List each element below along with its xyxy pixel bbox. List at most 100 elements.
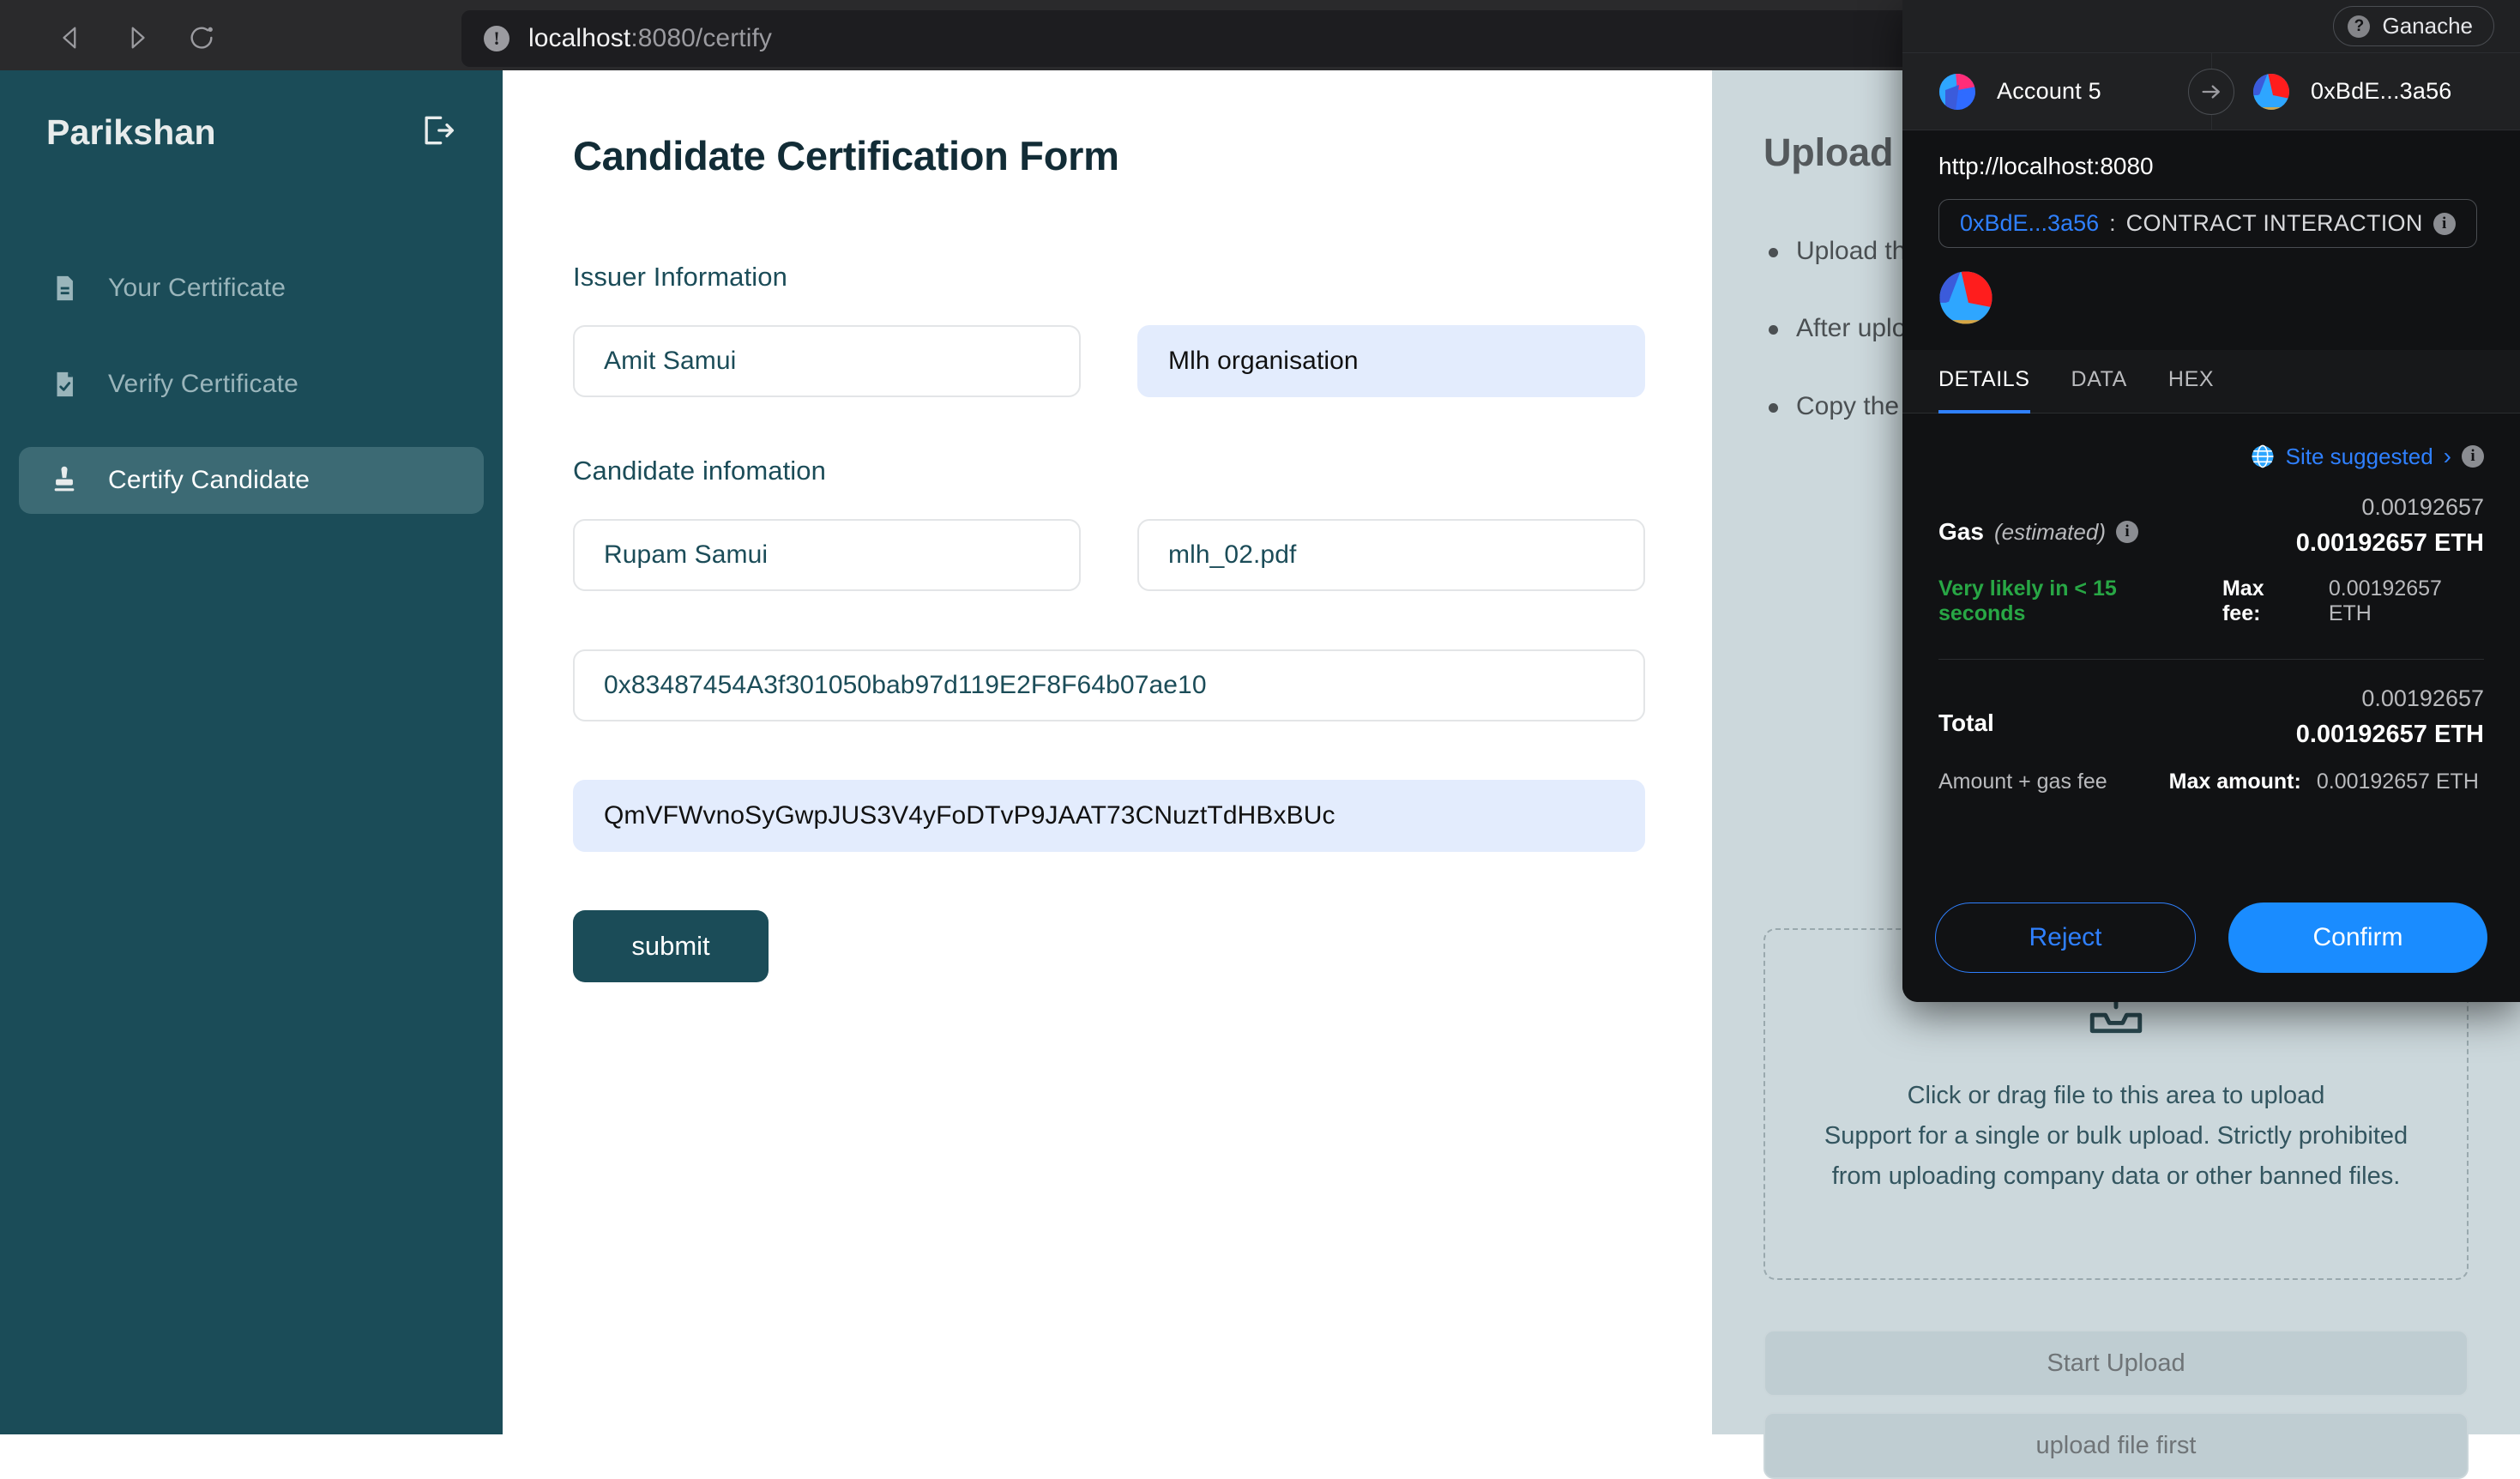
sidebar: Parikshan Your Certificate bbox=[0, 70, 503, 1434]
browser-nav-buttons bbox=[53, 20, 220, 56]
contract-address: 0xBdE...3a56 bbox=[1960, 210, 2099, 237]
metamask-popup: ? Ganache Account 5 bbox=[1902, 0, 2520, 1002]
total-values: 0.00192657 0.00192657 ETH bbox=[2296, 685, 2484, 749]
tab-data[interactable]: DATA bbox=[2071, 350, 2127, 414]
dropzone-primary-text: Click or drag file to this area to uploa… bbox=[1908, 1076, 2325, 1116]
metamask-action-buttons: Reject Confirm bbox=[1902, 880, 2520, 1002]
sidebar-header: Parikshan bbox=[0, 70, 503, 154]
issuer-organisation-input[interactable]: Mlh organisation bbox=[1137, 325, 1645, 397]
submit-button[interactable]: submit bbox=[573, 910, 769, 982]
issuer-section-title: Issuer Information bbox=[573, 262, 1645, 293]
sidebar-nav: Your Certificate Verify Certificate bbox=[0, 255, 503, 514]
question-mark-icon: ? bbox=[2348, 15, 2370, 38]
info-shield-icon[interactable]: ! bbox=[484, 26, 509, 51]
contract-type-label: CONTRACT INTERACTION bbox=[2126, 210, 2423, 237]
gas-speed-row: Very likely in < 15 seconds Max fee: 0.0… bbox=[1938, 577, 2484, 626]
from-account-name: Account 5 bbox=[1997, 78, 2101, 105]
total-row: Total 0.00192657 0.00192657 ETH bbox=[1938, 685, 2484, 749]
gas-amount-eth: 0.00192657 ETH bbox=[2296, 529, 2484, 558]
network-selector[interactable]: ? Ganache bbox=[2333, 6, 2494, 46]
gas-speed-estimate: Very likely in < 15 seconds bbox=[1938, 577, 2198, 626]
sidebar-item-your-certificate[interactable]: Your Certificate bbox=[19, 255, 484, 322]
metamask-network-bar: ? Ganache bbox=[1902, 0, 2520, 53]
contract-interaction-pill[interactable]: 0xBdE...3a56 : CONTRACT INTERACTION i bbox=[1938, 199, 2477, 248]
gas-label-group: Gas (estimated) i bbox=[1938, 494, 2138, 546]
document-icon bbox=[50, 274, 79, 303]
candidate-address-input[interactable]: 0x83487454A3f301050bab97d119E2F8F64b07ae… bbox=[573, 649, 1645, 721]
sidebar-item-label: Verify Certificate bbox=[108, 370, 298, 399]
document-check-icon bbox=[50, 370, 79, 399]
tab-details[interactable]: DETAILS bbox=[1938, 350, 2030, 414]
url-host: localhost bbox=[528, 24, 630, 52]
max-fee-label: Max fee: bbox=[2222, 577, 2305, 626]
total-label: Total bbox=[1938, 685, 1994, 737]
sidebar-item-label: Certify Candidate bbox=[108, 466, 310, 495]
info-icon[interactable]: i bbox=[2433, 213, 2456, 235]
url-path: :8080/certify bbox=[630, 24, 772, 52]
back-arrow-icon bbox=[57, 23, 86, 52]
logout-icon bbox=[419, 112, 456, 149]
sidebar-item-certify-candidate[interactable]: Certify Candidate bbox=[19, 447, 484, 514]
candidate-file-input[interactable]: mlh_02.pdf bbox=[1137, 519, 1645, 591]
amount-description: Amount + gas fee bbox=[1938, 770, 2107, 794]
dropzone-secondary-text: Support for a single or bulk upload. Str… bbox=[1816, 1116, 2416, 1197]
logout-button[interactable] bbox=[419, 112, 456, 154]
candidate-field-row: Rupam Samui mlh_02.pdf bbox=[573, 519, 1645, 591]
site-suggested-gas[interactable]: Site suggested › i bbox=[1938, 443, 2484, 470]
from-account[interactable]: Account 5 bbox=[1902, 73, 2206, 111]
tab-hex[interactable]: HEX bbox=[2168, 350, 2214, 414]
gas-estimated-label: (estimated) bbox=[1994, 519, 2106, 546]
transfer-arrow bbox=[2188, 69, 2234, 115]
globe-icon bbox=[2250, 444, 2276, 469]
issuer-name-input[interactable]: Amit Samui bbox=[573, 325, 1081, 397]
certification-form: Candidate Certification Form Issuer Info… bbox=[573, 132, 1645, 982]
to-account-address: 0xBdE...3a56 bbox=[2311, 78, 2452, 105]
metamask-details-pane: Site suggested › i Gas (estimated) i 0.0… bbox=[1902, 414, 2520, 794]
arrow-right-icon bbox=[2199, 80, 2223, 104]
reload-icon bbox=[187, 23, 216, 52]
contract-identicon bbox=[1938, 270, 1993, 325]
ipfs-hash-input[interactable]: QmVFWvnoSyGwpJUS3V4yFoDTvP9JAAT73CNuztTd… bbox=[573, 780, 1645, 852]
total-amount: 0.00192657 bbox=[2296, 685, 2484, 712]
candidate-name-input[interactable]: Rupam Samui bbox=[573, 519, 1081, 591]
back-button[interactable] bbox=[53, 20, 89, 56]
contract-separator: : bbox=[2109, 210, 2116, 237]
to-account-identicon bbox=[2252, 73, 2290, 111]
brand-title: Parikshan bbox=[46, 112, 216, 153]
start-upload-button[interactable]: Start Upload bbox=[1763, 1330, 2469, 1397]
page-title: Candidate Certification Form bbox=[573, 132, 1645, 179]
metamask-tabs: DETAILS DATA HEX bbox=[1902, 350, 2520, 414]
max-amount-value: 0.00192657 ETH bbox=[2317, 770, 2479, 794]
forward-arrow-icon bbox=[122, 23, 151, 52]
max-fee-value: 0.00192657 ETH bbox=[2329, 577, 2484, 626]
site-suggested-label: Site suggested bbox=[2286, 444, 2433, 470]
reload-button[interactable] bbox=[184, 20, 220, 56]
gas-row: Gas (estimated) i 0.00192657 0.00192657 … bbox=[1938, 494, 2484, 558]
url-text: localhost:8080/certify bbox=[528, 24, 772, 53]
sidebar-item-label: Your Certificate bbox=[108, 274, 286, 303]
sidebar-item-verify-certificate[interactable]: Verify Certificate bbox=[19, 351, 484, 418]
confirm-button[interactable]: Confirm bbox=[2228, 902, 2487, 973]
from-account-identicon bbox=[1938, 73, 1976, 111]
metamask-origin-block: http://localhost:8080 0xBdE...3a56 : CON… bbox=[1902, 130, 2520, 350]
metamask-accounts-row: Account 5 0xBdE...3a56 bbox=[1902, 53, 2520, 130]
issuer-field-row: Amit Samui Mlh organisation bbox=[573, 325, 1645, 397]
gas-label: Gas bbox=[1938, 518, 1984, 546]
total-amount-eth: 0.00192657 ETH bbox=[2296, 721, 2484, 749]
candidate-section-title: Candidate infomation bbox=[573, 456, 1645, 486]
gas-estimate-info-icon[interactable]: i bbox=[2116, 521, 2138, 543]
to-account[interactable]: 0xBdE...3a56 bbox=[2206, 73, 2520, 111]
gas-amount: 0.00192657 bbox=[2296, 494, 2484, 521]
details-divider bbox=[1938, 659, 2484, 660]
upload-file-first-button[interactable]: upload file first bbox=[1763, 1412, 2469, 1479]
network-name: Ganache bbox=[2382, 13, 2473, 39]
forward-button[interactable] bbox=[118, 20, 154, 56]
gas-info-icon[interactable]: i bbox=[2462, 445, 2484, 468]
chevron-right-icon: › bbox=[2444, 443, 2451, 470]
main-content: Candidate Certification Form Issuer Info… bbox=[503, 70, 1712, 1434]
origin-url: http://localhost:8080 bbox=[1938, 153, 2484, 180]
stamp-icon bbox=[50, 466, 79, 495]
gas-values: 0.00192657 0.00192657 ETH bbox=[2296, 494, 2484, 558]
reject-button[interactable]: Reject bbox=[1935, 902, 2196, 973]
amount-row: Amount + gas fee Max amount: 0.00192657 … bbox=[1938, 770, 2484, 794]
